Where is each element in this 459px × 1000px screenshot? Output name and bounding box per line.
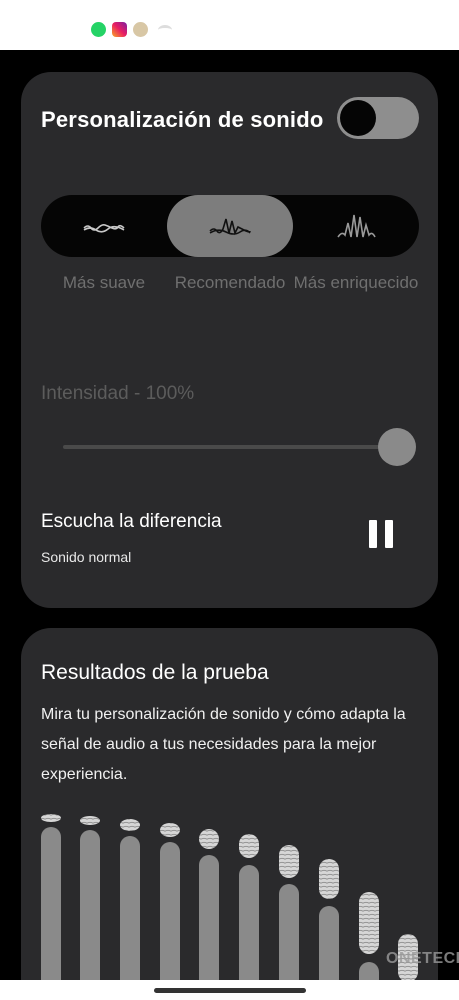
test-results-card: Resultados de la prueba Mira tu personal… [21,628,438,1000]
result-bar-2 [80,830,100,1000]
navigation-bar [0,980,459,1000]
result-bar-cap-6 [239,834,259,858]
result-bar-cap-7 [279,845,299,878]
result-bar-3 [120,836,140,1000]
result-bar-cap-8 [319,859,339,899]
status-bar [0,0,459,50]
pause-icon [369,520,377,548]
sound-personalization-card: Personalización de sonido Más suave Reco… [21,72,438,608]
result-bar-cap-1 [41,814,61,822]
rich-wave-icon [337,214,376,238]
result-bar-1 [41,827,61,1000]
listen-difference-title: Escucha la diferencia [41,511,222,532]
listen-difference-subtitle: Sonido normal [41,549,132,565]
avatar-icon [133,22,148,37]
pause-icon-bar [385,520,393,548]
result-bar-cap-2 [80,816,100,825]
whatsapp-icon [91,22,106,37]
sound-personalization-title: Personalización de sonido [41,107,324,132]
segment-rich[interactable] [293,195,419,257]
recommended-wave-icon [209,218,251,236]
result-bar-cap-4 [160,823,180,837]
result-bar-cap-5 [199,829,219,849]
segment-soft-label: Más suave [62,273,146,292]
segment-recommended[interactable] [167,195,293,257]
result-bar-4 [160,842,180,1000]
segment-recommended-label: Recomendado [174,273,286,292]
result-bar-5 [199,855,219,1000]
sound-profile-selector [41,195,419,257]
results-bars-graphic [41,814,418,1000]
toggle-knob [340,100,376,136]
intensity-slider-track[interactable] [63,445,399,449]
home-handle[interactable] [154,988,306,993]
result-bar-cap-9 [359,892,379,954]
pause-button[interactable] [369,520,393,556]
watermark: ONETECH [386,950,459,967]
intensity-slider-thumb[interactable] [378,428,416,466]
soft-wave-icon [83,224,125,233]
wifi-icon [158,24,172,35]
status-icons [91,22,172,37]
result-bar-cap-3 [120,819,140,831]
segment-rich-label: Más enriquecido [293,273,419,292]
sound-personalization-toggle[interactable] [337,97,419,139]
segment-soft[interactable] [41,195,167,257]
intensity-label: Intensidad - 100% [41,383,195,404]
instagram-icon [112,22,127,37]
